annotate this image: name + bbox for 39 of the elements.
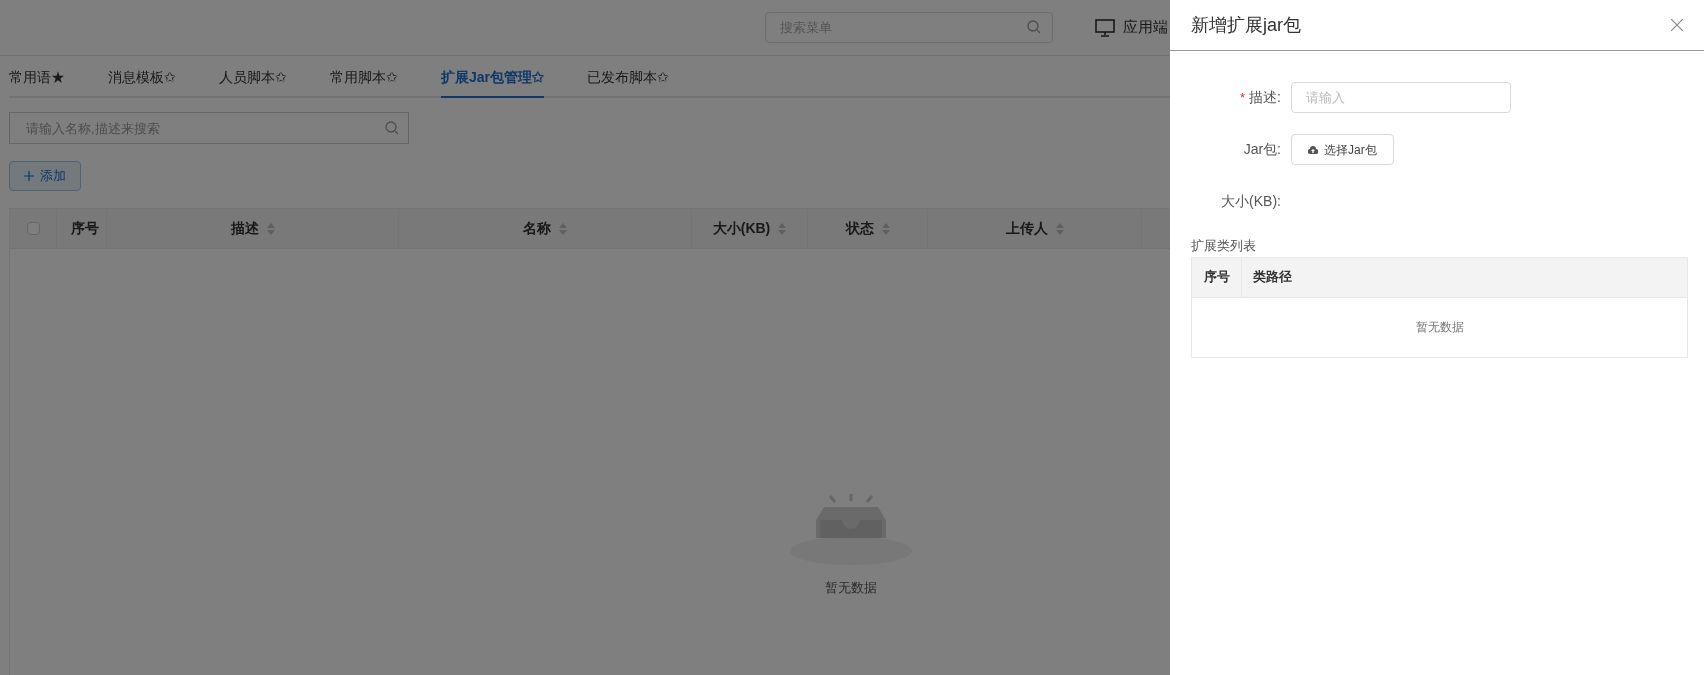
sort-icon[interactable] <box>881 222 890 235</box>
column-header: 名称 <box>523 219 551 238</box>
plus-icon <box>24 171 34 181</box>
empty-inbox-icon <box>789 492 912 566</box>
sort-icon[interactable] <box>266 222 275 235</box>
checkbox[interactable] <box>26 222 40 235</box>
section-title: 扩展类列表 <box>1191 237 1257 255</box>
sort-icon[interactable] <box>559 222 567 235</box>
client-label[interactable]: 应用端 <box>1123 16 1168 39</box>
column-header: 状态 <box>845 219 874 238</box>
close-icon[interactable] <box>1671 19 1683 31</box>
tab[interactable]: 常用脚本✩ <box>330 67 398 98</box>
required-mark: * <box>1240 88 1246 107</box>
monitor-icon[interactable] <box>1095 18 1115 37</box>
tab[interactable]: 常用语★ <box>9 67 65 98</box>
column-header: 序号 <box>71 219 99 238</box>
empty-text: 暂无数据 <box>824 579 877 597</box>
column-header: 序号 <box>1203 268 1230 287</box>
upload-button[interactable]: 选择Jar包 <box>1291 134 1394 165</box>
sort-icon[interactable] <box>778 222 787 235</box>
field-label: Jar包: <box>1243 140 1281 159</box>
field-label: 描述: <box>1249 88 1281 107</box>
empty-text: 暂无数据 <box>1415 319 1464 336</box>
tab[interactable]: 消息模板✩ <box>108 67 176 98</box>
field-label: 大小(KB): <box>1221 192 1281 211</box>
tab[interactable]: 扩展Jar包管理✩ <box>441 67 545 98</box>
column-header: 上传人 <box>1005 219 1048 238</box>
cloud-upload-icon <box>1308 145 1318 154</box>
description-input[interactable]: 请输入 <box>1291 82 1511 113</box>
search-icon <box>1027 20 1041 34</box>
add-button[interactable]: 添加 <box>9 161 81 191</box>
sort-icon[interactable] <box>1055 222 1064 235</box>
column-header: 类路径 <box>1253 268 1292 287</box>
tab[interactable]: 人员脚本✩ <box>219 67 287 98</box>
search-icon <box>385 121 399 135</box>
drawer-title: 新增扩展jar包 <box>1191 13 1301 37</box>
column-header: 大小(KB) <box>712 219 771 238</box>
tab[interactable]: 已发布脚本✩ <box>587 67 670 98</box>
column-header: 描述 <box>230 219 259 238</box>
